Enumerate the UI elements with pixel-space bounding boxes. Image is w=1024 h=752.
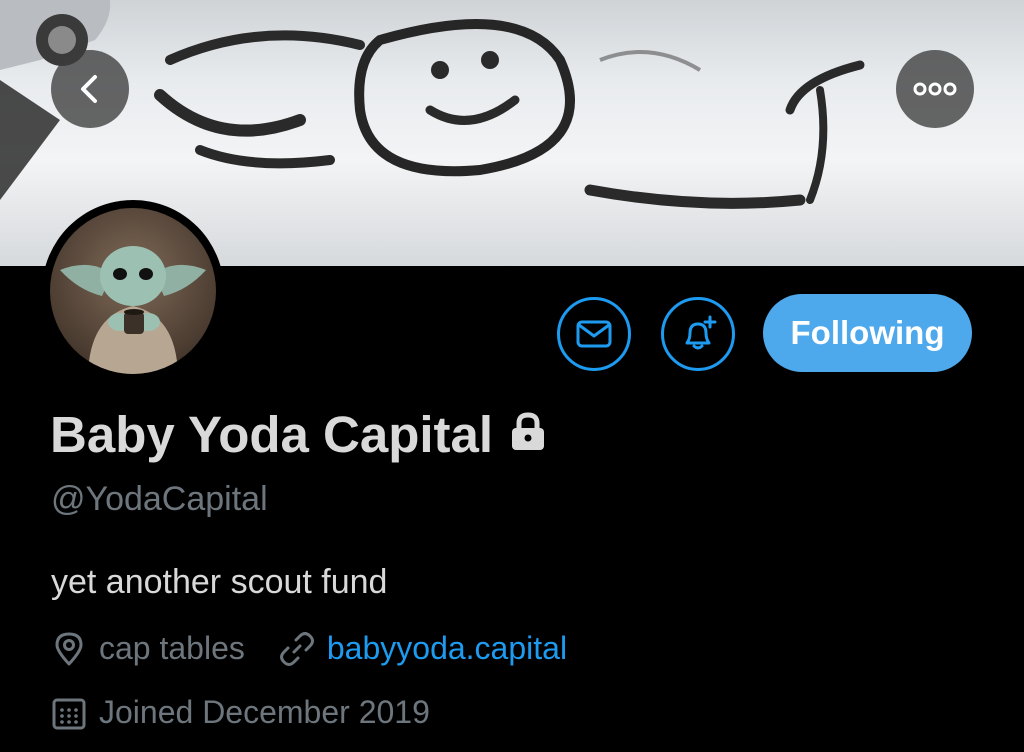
- following-button-label: Following: [790, 314, 945, 351]
- profile-avatar[interactable]: [42, 200, 224, 382]
- mail-icon: [576, 320, 612, 348]
- calendar-icon: [52, 698, 86, 729]
- link-icon: [279, 631, 314, 666]
- lock-icon: [509, 405, 547, 464]
- location-item: cap tables: [51, 630, 245, 667]
- joined-item: Joined December 2019: [51, 694, 430, 731]
- avatar-image: [50, 208, 216, 374]
- notifications-button[interactable]: [661, 297, 735, 371]
- more-horizontal-icon: [913, 82, 957, 96]
- back-button[interactable]: [51, 50, 129, 128]
- location-pin-icon: [55, 632, 83, 665]
- more-options-button[interactable]: [896, 50, 974, 128]
- location-text: cap tables: [99, 630, 245, 666]
- user-handle: @YodaCapital: [51, 480, 268, 518]
- display-name: Baby Yoda Capital: [50, 405, 547, 464]
- website-item[interactable]: babyyoda.capital: [279, 630, 567, 667]
- display-name-text: Baby Yoda Capital: [50, 406, 494, 463]
- website-link[interactable]: babyyoda.capital: [327, 630, 567, 667]
- joined-text: Joined December 2019: [99, 694, 430, 730]
- chevron-left-icon: [81, 75, 97, 103]
- bell-plus-icon: [685, 315, 717, 350]
- message-button[interactable]: [557, 297, 631, 371]
- joined-row: Joined December 2019: [51, 694, 430, 731]
- profile-meta-row: cap tables babyyoda.capital: [51, 630, 567, 667]
- profile-bio: yet another scout fund: [51, 563, 388, 601]
- following-button[interactable]: Following: [763, 294, 972, 372]
